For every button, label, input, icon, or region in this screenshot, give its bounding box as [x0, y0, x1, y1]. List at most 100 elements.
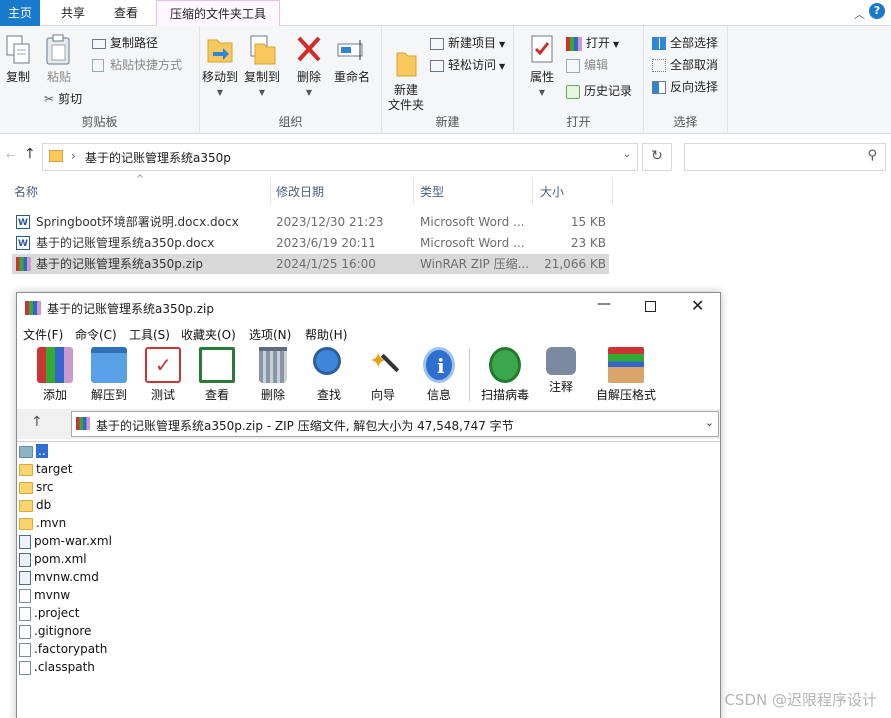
up-folder-icon[interactable]: ↑ [31, 414, 43, 430]
file-type: Microsoft Word ... [420, 215, 525, 229]
rename-button[interactable]: 重命名 [330, 34, 374, 85]
move-to-button[interactable]: 移动到 ▼ [200, 34, 240, 100]
properties-button[interactable]: 属性 ▼ [524, 34, 560, 100]
archive-item[interactable]: mvnw [19, 586, 70, 604]
file-row[interactable]: W 基于的记账管理系统a350p.docx 2023/6/19 20:11 Mi… [12, 233, 609, 253]
wizard-wand-icon: ✦ [365, 347, 401, 383]
toolbar-test-button[interactable]: ✓ 测试 [135, 347, 191, 403]
file-name: 基于的记账管理系统a350p.docx [36, 236, 215, 250]
archive-item-name: mvnw.cmd [34, 570, 99, 584]
copy-path-button[interactable]: 复制路径 [92, 34, 158, 51]
copy-button[interactable]: 复制 [2, 34, 34, 85]
archive-item-name: .gitignore [34, 624, 92, 638]
file-row-selected[interactable]: 基于的记账管理系统a350p.zip 2024/1/25 16:00 WinRA… [12, 254, 609, 274]
address-dropdown-icon[interactable]: ⌄ [623, 149, 631, 160]
select-none-button[interactable]: 全部取消 [652, 56, 718, 73]
group-open: 属性 ▼ 打开 ▼ 编辑 历史记录 打开 [514, 26, 644, 134]
word-icon: W [16, 236, 30, 250]
archive-item[interactable]: .. [19, 442, 48, 460]
help-icon[interactable]: ? [869, 3, 885, 19]
breadcrumb-separator-icon: › [71, 149, 76, 163]
paste-shortcut-button[interactable]: 粘贴快捷方式 [92, 56, 182, 73]
address-path: 基于的记账管理系统a350p [85, 151, 231, 165]
toolbar-info-button[interactable]: i 信息 [411, 347, 467, 403]
path-dropdown-icon[interactable]: ⌄ [705, 416, 714, 429]
invert-selection-button[interactable]: 反向选择 [652, 78, 718, 95]
archive-path-field[interactable]: 基于的记账管理系统a350p.zip - ZIP 压缩文件, 解包大小为 47,… [71, 411, 719, 437]
toolbar-comment-button[interactable]: 注释 [533, 347, 589, 395]
archive-item[interactable]: .project [19, 604, 79, 622]
up-arrow-icon[interactable]: ↑ [24, 146, 36, 162]
toolbar-sfx-button[interactable]: 自解压格式 [591, 347, 661, 403]
edit-icon [566, 58, 580, 73]
menu-file[interactable]: 文件(F) [23, 326, 63, 343]
group-label-organize: 组织 [278, 115, 303, 129]
tab-share[interactable]: 共享 [52, 0, 94, 26]
tab-compressed-folder-tools[interactable]: 压缩的文件夹工具 [156, 0, 280, 26]
menu-favorites[interactable]: 收藏夹(O) [181, 326, 236, 343]
word-icon: W [16, 215, 30, 229]
easy-access-button[interactable]: 轻松访问 ▼ [430, 56, 505, 73]
column-header-name[interactable]: 名称 [14, 183, 38, 200]
refresh-button[interactable]: ↻ [642, 143, 672, 171]
select-all-button[interactable]: 全部选择 [652, 34, 718, 51]
winrar-icon [16, 257, 31, 271]
menu-tools[interactable]: 工具(S) [129, 326, 170, 343]
open-button[interactable]: 打开 ▼ [566, 34, 619, 51]
toolbar-find-button[interactable]: 查找 [301, 347, 357, 403]
back-arrow-icon[interactable]: ← [6, 149, 15, 162]
search-input[interactable]: ⚲ [684, 143, 886, 171]
properties-icon [531, 35, 553, 63]
column-header-date[interactable]: 修改日期 [276, 183, 324, 200]
archive-item[interactable]: mvnw.cmd [19, 568, 99, 586]
tab-home[interactable]: 主页 [0, 0, 40, 26]
magnifier-icon [311, 347, 347, 383]
archive-item[interactable]: pom-war.xml [19, 532, 112, 550]
archive-item[interactable]: db [19, 496, 51, 514]
archive-item[interactable]: .classpath [19, 658, 95, 676]
paste-button[interactable]: 粘贴 [42, 34, 76, 85]
sort-ascending-icon: ^ [136, 174, 145, 185]
archive-item[interactable]: .gitignore [19, 622, 91, 640]
minimize-button[interactable]: — [597, 296, 611, 312]
toolbar-add-button[interactable]: 添加 [27, 347, 83, 403]
collapse-ribbon-icon[interactable]: ︿ [854, 6, 865, 22]
archive-item[interactable]: src [19, 478, 54, 496]
toolbar-wizard-button[interactable]: ✦ 向导 [355, 347, 411, 403]
delete-button[interactable]: 删除 ▼ [294, 34, 324, 100]
edit-button[interactable]: 编辑 [566, 56, 608, 73]
column-header-type[interactable]: 类型 [420, 183, 444, 200]
archive-item[interactable]: target [19, 460, 73, 478]
group-new: 新建 文件夹 新建项目 ▼ 轻松访问 ▼ 新建 [382, 26, 514, 134]
history-button[interactable]: 历史记录 [566, 82, 632, 99]
toolbar-view-button[interactable]: 查看 [189, 347, 245, 403]
open-dropdown-icon: ▼ [613, 40, 620, 49]
archive-item[interactable]: pom.xml [19, 550, 87, 568]
toolbar-extract-to-button[interactable]: 解压到 [81, 347, 137, 403]
new-item-button[interactable]: 新建项目 ▼ [430, 34, 505, 51]
sfx-box-icon [608, 347, 644, 383]
scissors-icon: ✂ [44, 92, 55, 106]
file-icon [19, 642, 31, 657]
cut-button[interactable]: ✂ 剪切 [44, 90, 82, 107]
file-icon [19, 660, 31, 675]
tab-view[interactable]: 查看 [104, 0, 148, 26]
archive-item[interactable]: .mvn [19, 514, 66, 532]
column-header-size[interactable]: 大小 [540, 183, 564, 200]
close-button[interactable]: ✕ [691, 296, 704, 315]
menu-commands[interactable]: 命令(C) [75, 326, 117, 343]
archive-path-text: 基于的记账管理系统a350p.zip - ZIP 压缩文件, 解包大小为 47,… [96, 419, 514, 433]
archive-item[interactable]: .factorypath [19, 640, 107, 658]
toolbar-delete-button[interactable]: 删除 [245, 347, 301, 403]
add-archive-icon [37, 347, 73, 383]
select-none-icon [652, 59, 666, 72]
archive-item-name: .project [34, 606, 80, 620]
file-row[interactable]: W Springboot环境部署说明.docx.docx 2023/12/30 … [12, 212, 609, 232]
maximize-button[interactable] [645, 301, 656, 312]
address-bar[interactable]: › 基于的记账管理系统a350p ⌄ [42, 143, 638, 171]
toolbar-scan-virus-button[interactable]: 扫描病毒 [477, 347, 533, 403]
group-label-new: 新建 [435, 115, 460, 129]
copy-to-button[interactable]: 复制到 ▼ [242, 34, 282, 100]
menu-options[interactable]: 选项(N) [249, 326, 291, 343]
menu-help[interactable]: 帮助(H) [305, 326, 347, 343]
